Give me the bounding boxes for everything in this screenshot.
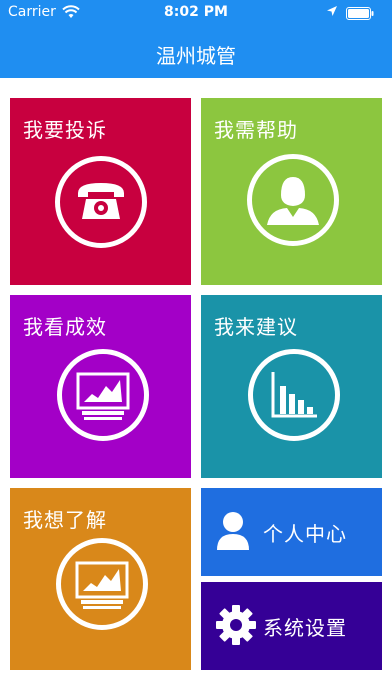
help-tile[interactable]: 我需帮助 — [201, 98, 382, 285]
telephone-icon — [55, 156, 147, 248]
results-label: 我看成效 — [23, 315, 107, 339]
bar-chart-icon — [248, 349, 340, 441]
user-icon — [215, 510, 251, 556]
settings-label: 系统设置 — [263, 616, 347, 640]
help-label: 我需帮助 — [214, 118, 298, 142]
status-bar: Carrier 8:02 PM — [0, 0, 392, 26]
complaint-tile[interactable]: 我要投诉 — [10, 98, 191, 285]
settings-tile[interactable]: 系统设置 — [201, 582, 382, 670]
battery-icon — [346, 7, 374, 20]
location-arrow-icon — [326, 5, 338, 21]
suggest-label: 我来建议 — [214, 315, 298, 339]
learn-tile[interactable]: 我想了解 — [10, 488, 191, 670]
gear-icon — [215, 604, 257, 650]
monitor-chart-icon — [57, 349, 149, 441]
monitor-chart-icon — [56, 538, 148, 630]
learn-label: 我想了解 — [23, 508, 107, 532]
suggest-tile[interactable]: 我来建议 — [201, 295, 382, 478]
personal-center-tile[interactable]: 个人中心 — [201, 488, 382, 576]
complaint-label: 我要投诉 — [23, 118, 107, 142]
page-title: 温州城管 — [156, 44, 236, 68]
personal-center-label: 个人中心 — [263, 522, 347, 546]
person-icon — [247, 154, 339, 246]
results-tile[interactable]: 我看成效 — [10, 295, 191, 478]
navigation-bar: 温州城管 — [0, 26, 392, 78]
